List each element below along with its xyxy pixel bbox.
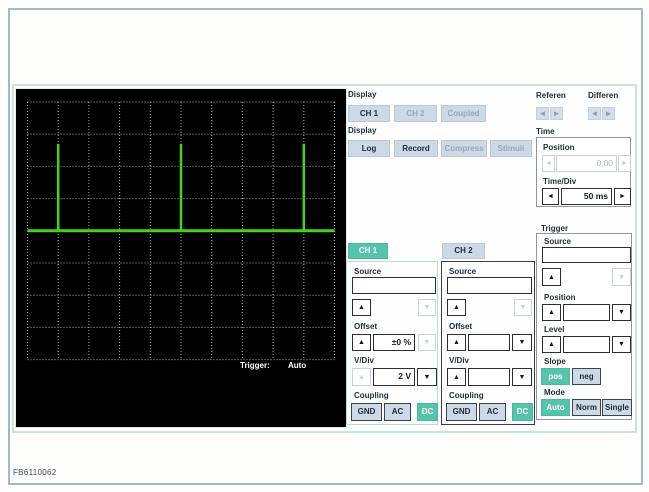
timediv-decrease-button[interactable]: ◄ [542,188,559,205]
scope-waveform [27,101,335,361]
record-button[interactable]: Record [394,140,438,157]
reference-label: Referen [536,91,566,100]
trigger-position-up-button[interactable]: ▲ [542,304,561,321]
trigger-readout-value: Auto [288,361,307,370]
ch2-vdiv-down-button[interactable]: ▼ [512,368,532,386]
ch1-source-up-button[interactable]: ▲ [352,299,371,316]
timediv-label: Time/Div [543,177,577,186]
trigger-level-up-button[interactable]: ▲ [542,336,561,353]
display-ch2-button[interactable]: CH 2 [394,105,437,122]
trigger-position-down-button[interactable]: ▼ [612,304,631,321]
mode-single-button[interactable]: Single [602,399,632,416]
display-channels-label: Display [348,90,377,99]
differential-next-button[interactable]: ► [602,107,615,120]
stimuli-button[interactable]: Stimuli [490,140,532,157]
log-button[interactable]: Log [348,140,390,157]
trigger-level-field[interactable] [563,336,610,353]
ch2-source-field[interactable] [447,277,532,294]
slope-pos-button[interactable]: pos [541,368,570,385]
time-group-box: Position ◄ 0,00 ► Time/Div ◄ 50 ms ► [536,137,631,207]
trigger-mode-label: Mode [544,388,565,397]
ch2-offset-field[interactable] [468,334,510,351]
ch1-offset-down-button[interactable]: ▼ [418,334,436,351]
differential-prev-button[interactable]: ◄ [588,107,601,120]
ch2-offset-down-button[interactable]: ▼ [512,334,532,351]
ch2-source-label: Source [449,267,477,276]
ch2-vdiv-label: V/Div [449,356,470,365]
mode-auto-button[interactable]: Auto [541,399,570,416]
ch1-coupling-ac-button[interactable]: AC [384,403,411,421]
ch1-vdiv-down-button[interactable]: ▼ [417,368,437,386]
ch2-coupling-ac-button[interactable]: AC [479,403,506,421]
ch2-source-up-button[interactable]: ▲ [447,299,466,316]
time-position-increase-button[interactable]: ► [618,155,631,172]
ch2-coupling-dc-button[interactable]: DC [512,403,533,421]
ch1-coupling-gnd-button[interactable]: GND [351,403,382,421]
ch1-vdiv-label: V/Div [354,356,375,365]
trigger-slope-label: Slope [544,357,566,366]
ch2-offset-up-button[interactable]: ▲ [447,334,466,351]
ch2-offset-label: Offset [449,322,473,331]
ch2-source-down-button[interactable]: ▼ [514,299,532,316]
oscilloscope-display: Trigger: Auto [15,88,347,428]
differential-label: Differen [588,91,619,100]
ch2-vdiv-up-button[interactable]: ▲ [447,368,466,386]
trigger-section-title: Trigger [541,224,569,233]
ch1-panel: Source ▲ ▼ Offset ▲ ±0 % ▼ V/Div ▲ 2 V ▼… [346,261,438,425]
time-position-field[interactable]: 0,00 [556,155,617,172]
slope-neg-button[interactable]: neg [572,368,601,385]
trigger-level-down-button[interactable]: ▼ [612,336,631,353]
ch2-vdiv-field[interactable] [468,368,510,386]
display-ch1-button[interactable]: CH 1 [348,105,390,122]
trigger-source-down-button[interactable]: ▼ [612,268,631,286]
trigger-source-up-button[interactable]: ▲ [542,268,561,286]
display-modes-label: Display [348,126,377,135]
ch1-coupling-dc-button[interactable]: DC [417,403,438,421]
trigger-level-label: Level [544,325,565,334]
reference-next-button[interactable]: ► [550,107,563,120]
mode-norm-button[interactable]: Norm [572,399,601,416]
ch2-coupling-gnd-button[interactable]: GND [446,403,477,421]
tab-ch1[interactable]: CH 1 [348,243,388,259]
oscilloscope-app: Trigger: Auto Display CH 1 CH 2 Coupled … [0,0,649,492]
ch1-coupling-label: Coupling [354,391,389,400]
display-coupled-button[interactable]: Coupled [441,105,486,122]
trigger-position-label: Position [544,293,576,302]
timediv-field[interactable]: 50 ms [561,188,612,205]
compress-button[interactable]: Compress [441,140,487,157]
trigger-readout-label: Trigger: [240,361,270,370]
timediv-increase-button[interactable]: ► [614,188,631,205]
ch1-source-label: Source [354,267,382,276]
figure-code: FB6110062 [13,468,57,477]
trigger-source-field[interactable] [542,247,631,263]
trigger-group-box: Source ▲ ▼ Position ▲ ▼ Level ▲ ▼ Slope … [536,233,632,420]
ch1-offset-field[interactable]: ±0 % [373,334,415,351]
ch1-vdiv-field[interactable]: 2 V [373,368,415,386]
tab-ch2[interactable]: CH 2 [442,243,485,259]
time-position-label: Position [543,143,575,152]
ch1-source-down-button[interactable]: ▼ [418,299,436,316]
ch2-panel: Source ▲ ▼ Offset ▲ ▼ V/Div ▲ ▼ Coupling… [441,261,535,425]
reference-prev-button[interactable]: ◄ [536,107,549,120]
time-position-decrease-button[interactable]: ◄ [542,155,555,172]
trigger-position-field[interactable] [563,304,610,321]
trigger-source-label: Source [544,237,572,246]
time-section-title: Time [536,127,555,136]
ch1-offset-up-button[interactable]: ▲ [352,334,371,351]
ch1-source-field[interactable] [352,277,436,294]
ch1-vdiv-up-button[interactable]: ▲ [352,368,371,386]
ch2-coupling-label: Coupling [449,391,484,400]
ch1-offset-label: Offset [354,322,378,331]
